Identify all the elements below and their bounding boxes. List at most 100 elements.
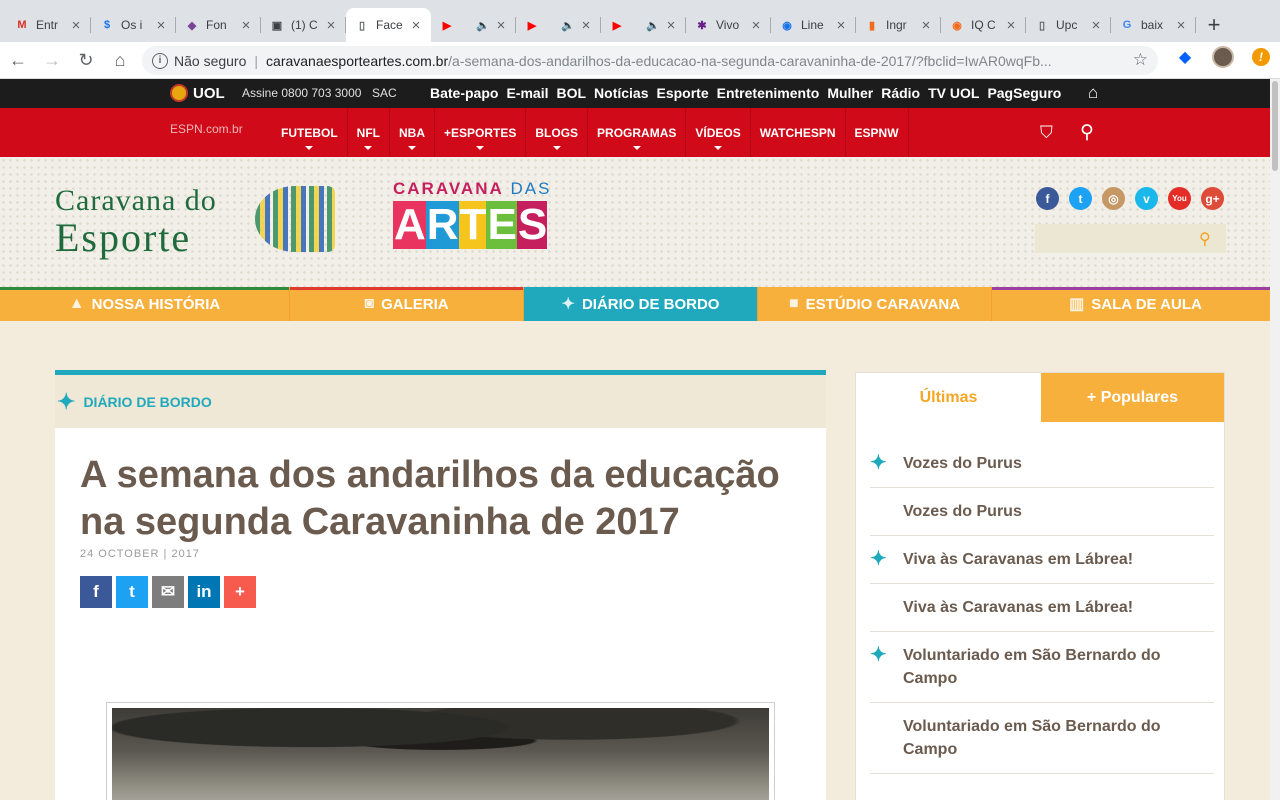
browser-tab[interactable]: ▶ 🔈 × bbox=[601, 8, 686, 42]
section-nav-item[interactable]: ■ ESTÚDIO CARAVANA bbox=[758, 287, 992, 321]
espn-nav-item[interactable]: NBA bbox=[390, 108, 435, 157]
site-search-input[interactable] bbox=[1035, 224, 1226, 253]
instagram-icon[interactable]: ◎ bbox=[1102, 187, 1125, 210]
back-button[interactable]: ← bbox=[2, 44, 34, 76]
espn-logo[interactable]: ESPN.com.br bbox=[170, 122, 243, 136]
close-icon[interactable]: × bbox=[1004, 17, 1018, 34]
site-search-icon[interactable]: ⚲ bbox=[1199, 229, 1211, 249]
close-icon[interactable]: × bbox=[919, 17, 933, 34]
sidebar-list-item[interactable]: Viva às Caravanas em Lábrea! bbox=[870, 584, 1214, 632]
uol-home-icon[interactable]: ⌂ bbox=[1088, 83, 1098, 103]
sidebar-list-item[interactable]: Vozes do Purus bbox=[870, 488, 1214, 536]
uol-subscribe[interactable]: Assine 0800 703 3000 bbox=[242, 86, 361, 100]
address-bar[interactable]: i Não seguro | caravanaesporteartes.com.… bbox=[142, 46, 1158, 75]
section-nav-item[interactable]: ▥ SALA DE AULA bbox=[992, 287, 1280, 321]
more-share-icon[interactable]: + bbox=[224, 576, 256, 608]
uol-link[interactable]: Bate-papo bbox=[430, 85, 498, 101]
browser-tab[interactable]: ▯ Upc × bbox=[1026, 8, 1111, 42]
profile-avatar[interactable] bbox=[1204, 46, 1242, 68]
caravana-esporte-logo[interactable]: Caravana do Esporte bbox=[55, 184, 335, 258]
section-nav-item[interactable]: ◙ GALERIA bbox=[290, 287, 524, 321]
close-icon[interactable]: × bbox=[409, 17, 423, 34]
browser-tab[interactable]: ✱ Vivo × bbox=[686, 8, 771, 42]
close-icon[interactable]: × bbox=[1089, 17, 1103, 34]
sidebar-list-item[interactable]: ✦ Vozes do Purus bbox=[870, 440, 1214, 488]
browser-tab[interactable]: ▶ 🔈 × bbox=[516, 8, 601, 42]
browser-tab[interactable]: ◆ Fon × bbox=[176, 8, 261, 42]
dropbox-icon[interactable]: ◆ bbox=[1166, 47, 1204, 67]
espn-nav-item[interactable]: VÍDEOS bbox=[686, 108, 751, 157]
article-photo[interactable] bbox=[106, 702, 775, 800]
uol-link[interactable]: Mulher bbox=[827, 85, 873, 101]
browser-tab[interactable]: M Entr × bbox=[6, 8, 91, 42]
close-icon[interactable]: × bbox=[1174, 17, 1188, 34]
uol-sac[interactable]: SAC bbox=[372, 86, 397, 100]
espn-nav-item[interactable]: BLOGS bbox=[526, 108, 589, 157]
section-nav-item[interactable]: ✦ DIÁRIO DE BORDO bbox=[524, 287, 758, 321]
speaker-icon[interactable]: 🔈 bbox=[646, 19, 660, 32]
uol-link[interactable]: Esporte bbox=[657, 85, 709, 101]
email-share-icon[interactable]: ✉ bbox=[152, 576, 184, 608]
shield-icon[interactable]: ⛉ bbox=[1040, 123, 1053, 143]
close-icon[interactable]: × bbox=[324, 17, 338, 34]
espn-nav-item[interactable]: ESPNW bbox=[846, 108, 909, 157]
new-tab-button[interactable]: + bbox=[1196, 8, 1232, 42]
page-scrollbar[interactable] bbox=[1270, 79, 1280, 800]
twitter-icon[interactable]: t bbox=[1069, 187, 1092, 210]
uol-link[interactable]: Entretenimento bbox=[717, 85, 820, 101]
browser-tab[interactable]: $ Os i × bbox=[91, 8, 176, 42]
twitter-share-icon[interactable]: t bbox=[116, 576, 148, 608]
browser-tab[interactable]: ◉ IQ C × bbox=[941, 8, 1026, 42]
update-button[interactable]: ! bbox=[1242, 48, 1280, 66]
browser-tab[interactable]: Gbaix × bbox=[1111, 8, 1196, 42]
section-breadcrumb[interactable]: ✦ DIÁRIO DE BORDO bbox=[55, 375, 826, 428]
espn-nav-item[interactable]: PROGRAMAS bbox=[588, 108, 687, 157]
uol-link[interactable]: E-mail bbox=[506, 85, 548, 101]
info-icon[interactable]: i bbox=[152, 52, 168, 69]
browser-tab[interactable]: ▣ (1) C × bbox=[261, 8, 346, 42]
googleplus-icon[interactable]: g+ bbox=[1201, 187, 1224, 210]
close-icon[interactable]: × bbox=[579, 17, 593, 34]
youtube-icon[interactable]: You bbox=[1168, 187, 1191, 210]
sidebar-list-item[interactable]: ✦ Viva às Caravanas em Lábrea! bbox=[870, 536, 1214, 584]
uol-link[interactable]: TV UOL bbox=[928, 85, 979, 101]
section-nav-item[interactable]: ▲ NOSSA HISTÓRIA bbox=[0, 287, 290, 321]
forward-button[interactable]: → bbox=[36, 44, 68, 76]
close-icon[interactable]: × bbox=[749, 17, 763, 34]
scrollbar-thumb[interactable] bbox=[1272, 81, 1278, 171]
home-button[interactable]: ⌂ bbox=[104, 44, 136, 76]
vimeo-icon[interactable]: v bbox=[1135, 187, 1158, 210]
browser-tab[interactable]: ▯ Face × bbox=[346, 8, 431, 42]
uol-link[interactable]: Rádio bbox=[881, 85, 920, 101]
close-icon[interactable]: × bbox=[239, 17, 253, 34]
close-icon[interactable]: × bbox=[494, 17, 508, 34]
close-icon[interactable]: × bbox=[69, 17, 83, 34]
reload-button[interactable]: ↻ bbox=[70, 44, 102, 76]
espn-nav-item[interactable]: FUTEBOL bbox=[272, 108, 348, 157]
tab-populares[interactable]: + Populares bbox=[1041, 373, 1224, 422]
espn-nav-item[interactable]: +ESPORTES bbox=[435, 108, 527, 157]
tab-ultimas[interactable]: Últimas bbox=[856, 373, 1041, 422]
bookmark-star-icon[interactable]: ☆ bbox=[1133, 50, 1148, 70]
sidebar-list-item[interactable]: Voluntariado em São Bernardo do Campo bbox=[870, 703, 1214, 774]
speaker-icon[interactable]: 🔈 bbox=[561, 19, 575, 32]
uol-link[interactable]: BOL bbox=[556, 85, 586, 101]
sidebar-list-item[interactable]: ✦ Voluntariado em São Bernardo do Campo bbox=[870, 632, 1214, 703]
facebook-icon[interactable]: f bbox=[1036, 187, 1059, 210]
uol-link[interactable]: PagSeguro bbox=[987, 85, 1061, 101]
close-icon[interactable]: × bbox=[664, 17, 678, 34]
close-icon[interactable]: × bbox=[154, 17, 168, 34]
linkedin-share-icon[interactable]: in bbox=[188, 576, 220, 608]
search-icon[interactable]: ⚲ bbox=[1080, 121, 1094, 144]
caravana-artes-logo[interactable]: CARAVANA DAS ARTES bbox=[393, 179, 573, 254]
espn-nav-item[interactable]: NFL bbox=[348, 108, 390, 157]
browser-tab[interactable]: ▮ Ingr × bbox=[856, 8, 941, 42]
uol-link[interactable]: Notícias bbox=[594, 85, 648, 101]
espn-nav-item[interactable]: WATCHESPN bbox=[751, 108, 846, 157]
speaker-icon[interactable]: 🔈 bbox=[476, 19, 490, 32]
browser-tab[interactable]: ▶ 🔈 × bbox=[431, 8, 516, 42]
facebook-share-icon[interactable]: f bbox=[80, 576, 112, 608]
uol-logo[interactable]: UOL bbox=[170, 84, 225, 102]
browser-tab[interactable]: ◉ Line × bbox=[771, 8, 856, 42]
close-icon[interactable]: × bbox=[834, 17, 848, 34]
